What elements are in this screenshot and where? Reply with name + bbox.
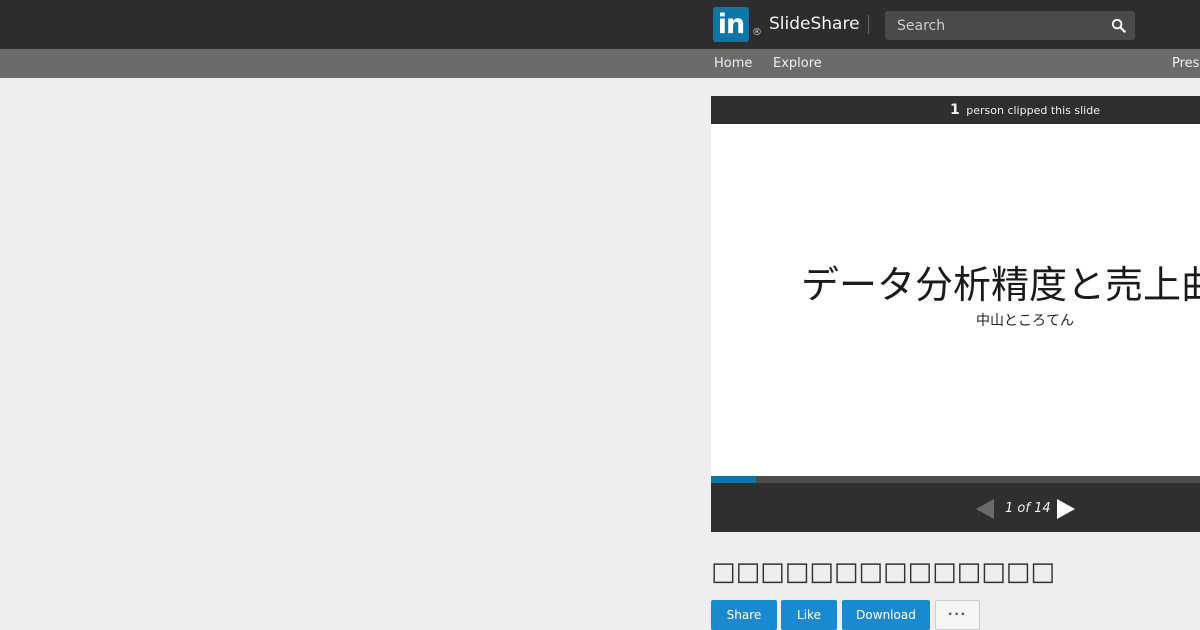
- nav-home[interactable]: Home: [714, 56, 752, 71]
- top-bar: in ® SlideShare: [0, 0, 1200, 49]
- search-icon[interactable]: [1111, 18, 1126, 33]
- registered-mark: ®: [752, 27, 762, 38]
- clip-info[interactable]: 1 person clipped this slide: [711, 102, 1200, 118]
- search-box: [885, 11, 1135, 40]
- search-input[interactable]: [885, 11, 1100, 40]
- clip-bar: 1 person clipped this slide: [711, 96, 1200, 124]
- slide-author: 中山ところてん: [976, 313, 1074, 329]
- nav-explore[interactable]: Explore: [773, 56, 822, 71]
- slide-view[interactable]: データ分析精度と売上曲 中山ところてん: [711, 124, 1200, 476]
- slide-progress-bar[interactable]: [711, 476, 1200, 483]
- document-title: □□□□□□□□□□□□□□: [711, 557, 1055, 587]
- linkedin-logo-icon[interactable]: in: [713, 7, 749, 42]
- slide-title: データ分析精度と売上曲: [801, 263, 1200, 307]
- brand-name[interactable]: SlideShare: [769, 14, 860, 34]
- previous-slide-icon[interactable]: [976, 499, 994, 519]
- clip-count: 1: [950, 102, 960, 118]
- download-button[interactable]: Download: [842, 600, 930, 630]
- player-controls: 1 of 14: [711, 483, 1200, 532]
- slide-progress-fill: [711, 476, 756, 483]
- page-indicator: 1 of 14: [1005, 501, 1051, 516]
- share-button[interactable]: Share: [711, 600, 777, 630]
- nav-bar: Home Explore Pres: [0, 49, 1200, 78]
- like-button[interactable]: Like: [781, 600, 837, 630]
- header-divider: [868, 15, 869, 34]
- clip-label: person clipped this slide: [966, 104, 1100, 117]
- more-options-button[interactable]: ···: [935, 600, 980, 630]
- next-slide-icon[interactable]: [1057, 499, 1075, 519]
- nav-presentation-courses[interactable]: Pres: [1172, 56, 1199, 71]
